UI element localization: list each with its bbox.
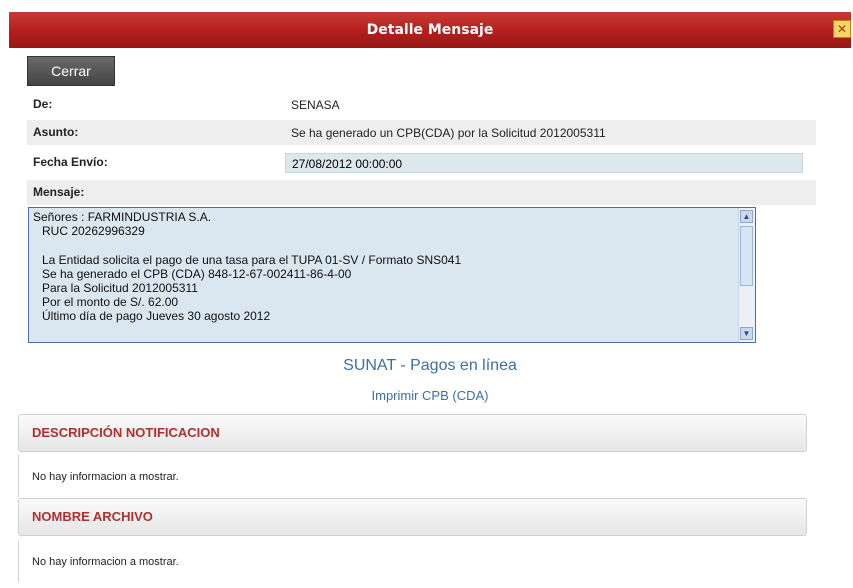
message-scrollbar[interactable]: ▲ ▼ xyxy=(738,208,755,342)
message-line: Último día de pago Jueves 30 agosto 2012 xyxy=(42,309,271,324)
message-line: Para la Solicitud 2012005311 xyxy=(42,281,198,296)
sunat-link[interactable]: SUNAT - Pagos en línea xyxy=(9,357,851,375)
message-line xyxy=(33,238,737,252)
mensaje-label: Mensaje: xyxy=(33,185,85,199)
message-line: RUC 20262996329 xyxy=(42,224,145,239)
section-header-archivo[interactable]: NOMBRE ARCHIVO xyxy=(18,498,807,536)
section-body-descripcion: No hay informacion a mostrar. xyxy=(18,455,807,497)
message-dialog: Detalle Mensaje ✕ Cerrar De: SENASA Asun… xyxy=(9,0,851,588)
field-de: De: SENASA xyxy=(27,92,816,117)
message-textarea[interactable]: Señores : FARMINDUSTRIA S.A. RUC 2026299… xyxy=(28,207,756,343)
message-line: Señores : FARMINDUSTRIA S.A. xyxy=(33,210,212,224)
dialog-title: Detalle Mensaje xyxy=(366,22,494,38)
message-line: La Entidad solicita el pago de una tasa … xyxy=(42,252,462,267)
fecha-label: Fecha Envío: xyxy=(33,155,108,169)
cerrar-button[interactable]: Cerrar xyxy=(27,56,115,86)
de-value: SENASA xyxy=(291,98,340,112)
section-body-archivo: No hay informacion a mostrar. xyxy=(18,540,807,582)
scroll-down-icon[interactable]: ▼ xyxy=(740,327,753,340)
asunto-label: Asunto: xyxy=(33,125,79,139)
imprimir-link[interactable]: Imprimir CPB (CDA) xyxy=(9,388,851,403)
message-line: Por el monto de S/. 62.00 xyxy=(42,295,179,310)
de-label: De: xyxy=(33,97,53,111)
message-text: Señores : FARMINDUSTRIA S.A. RUC 2026299… xyxy=(33,210,737,324)
fecha-value-box: 27/08/2012 00:00:00 xyxy=(285,153,803,173)
close-icon[interactable]: ✕ xyxy=(833,20,851,38)
section-header-descripcion[interactable]: DESCRIPCIÓN NOTIFICACION xyxy=(18,414,807,452)
scroll-up-icon[interactable]: ▲ xyxy=(740,210,753,223)
message-line: Se ha generado el CPB (CDA) 848-12-67-00… xyxy=(42,266,352,281)
asunto-value: Se ha generado un CPB(CDA) por la Solici… xyxy=(291,126,606,140)
scroll-thumb[interactable] xyxy=(740,226,753,286)
fecha-value: 27/08/2012 00:00:00 xyxy=(292,157,403,171)
dialog-titlebar: Detalle Mensaje ✕ xyxy=(9,12,851,48)
empty-message: No hay informacion a mostrar. xyxy=(32,556,179,568)
field-fecha: Fecha Envío: 27/08/2012 00:00:00 xyxy=(27,150,816,175)
field-mensaje: Mensaje: xyxy=(27,180,816,205)
empty-message: No hay informacion a mostrar. xyxy=(32,471,179,483)
field-asunto: Asunto: Se ha generado un CPB(CDA) por l… xyxy=(27,120,816,145)
